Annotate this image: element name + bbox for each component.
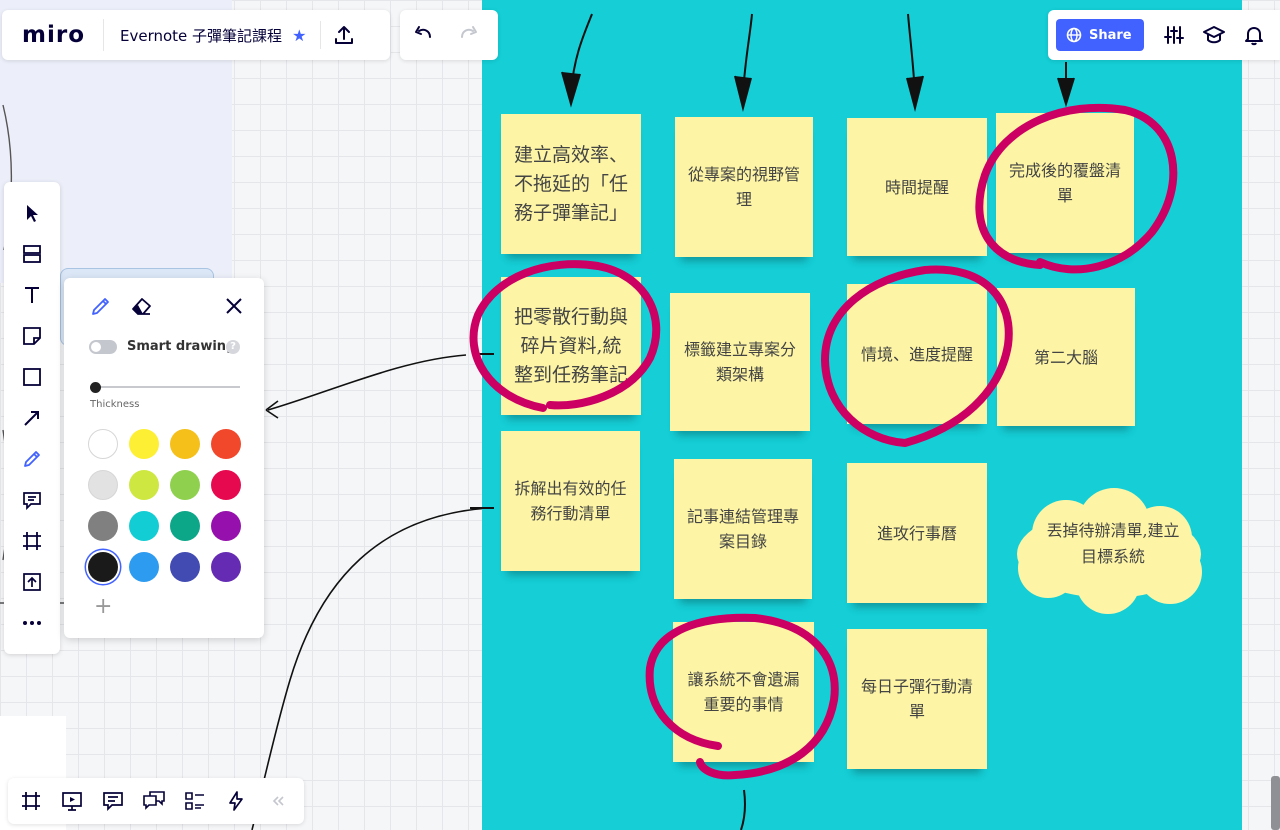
templates-tool[interactable] (4, 236, 60, 272)
comments-icon (103, 792, 123, 812)
settings-button[interactable] (1154, 15, 1194, 55)
smart-drawing-toggle[interactable] (89, 340, 117, 354)
redo-icon (461, 26, 477, 38)
collapse-icon (272, 796, 284, 806)
redo-button[interactable] (446, 15, 492, 55)
add-color-button[interactable]: + (94, 596, 112, 618)
smart-drawing-label: Smart drawing (127, 339, 236, 354)
marker-circle-2 (469, 260, 661, 412)
undo-button[interactable] (400, 15, 446, 55)
chat-icon (143, 791, 165, 810)
upload-icon (335, 26, 354, 44)
color-swatch[interactable] (170, 511, 200, 541)
bell-icon (1244, 27, 1263, 46)
upload-tool[interactable] (4, 564, 60, 600)
learning-button[interactable] (1194, 15, 1234, 55)
frame-icon (23, 532, 41, 550)
color-swatch[interactable] (88, 552, 118, 582)
share-button[interactable]: Share (1056, 19, 1144, 51)
text-tool[interactable] (4, 277, 60, 313)
comment-tool[interactable] (4, 482, 60, 518)
marker-circle-3 (820, 265, 1013, 447)
cursor-icon (27, 205, 38, 222)
comments-button[interactable] (98, 786, 128, 816)
pen-mode-button[interactable] (90, 295, 112, 317)
undo-redo-bar (400, 10, 498, 60)
eraser-button[interactable] (130, 295, 154, 317)
shape-icon (23, 368, 41, 386)
more-icon (23, 621, 41, 625)
shape-tool[interactable] (4, 359, 60, 395)
more-tools[interactable] (4, 605, 60, 641)
graduation-cap-icon (1202, 26, 1225, 44)
color-swatch[interactable] (211, 470, 241, 500)
color-swatch[interactable] (211, 511, 241, 541)
color-swatch[interactable] (211, 552, 241, 582)
close-icon[interactable] (224, 296, 244, 316)
board-title[interactable]: Evernote 子彈筆記課程 (104, 25, 292, 46)
help-icon[interactable]: ? (226, 340, 240, 354)
frames-icon (22, 792, 40, 810)
color-swatch[interactable] (170, 429, 200, 459)
sliders-icon (1163, 26, 1184, 44)
notifications-button[interactable] (1234, 15, 1274, 55)
share-label: Share (1089, 27, 1132, 43)
color-swatch[interactable] (170, 552, 200, 582)
color-swatch[interactable] (129, 470, 159, 500)
miro-logo[interactable]: miro (2, 19, 104, 51)
export-button[interactable] (321, 15, 367, 55)
undo-icon (415, 26, 431, 38)
thickness-slider-track[interactable] (96, 386, 240, 388)
header-bar: miro Evernote 子彈筆記課程 ★ (2, 10, 390, 60)
bottom-toolbar (8, 778, 304, 824)
thickness-label: Thickness (90, 399, 140, 410)
templates-icon (23, 245, 41, 263)
lightning-button[interactable] (221, 786, 251, 816)
pen-options-panel: Smart drawing ? Thickness + (64, 278, 264, 638)
connection-line-tool[interactable] (4, 400, 60, 436)
color-swatch[interactable] (129, 552, 159, 582)
chat-button[interactable] (139, 786, 169, 816)
pen-tool[interactable] (4, 441, 60, 477)
top-right-bar: Share (1048, 10, 1280, 60)
lightning-icon (229, 791, 243, 811)
globe-icon (1066, 27, 1082, 43)
vertical-scrollbar[interactable] (1271, 776, 1280, 830)
frames-button[interactable] (16, 786, 46, 816)
color-swatch[interactable] (170, 470, 200, 500)
star-icon[interactable]: ★ (292, 26, 320, 45)
select-tool[interactable] (4, 195, 60, 231)
upload-icon (23, 573, 41, 591)
color-swatch[interactable] (129, 429, 159, 459)
presentation-icon (62, 792, 82, 811)
sticky-note-icon (23, 327, 41, 345)
left-toolbar (4, 182, 60, 654)
sticky-note-tool[interactable] (4, 318, 60, 354)
color-swatch[interactable] (88, 429, 118, 459)
marker-circle-1 (975, 103, 1178, 274)
arrow-icon (24, 411, 39, 426)
card-icon (185, 792, 204, 810)
color-swatch[interactable] (211, 429, 241, 459)
presentation-button[interactable] (57, 786, 87, 816)
collapse-button[interactable] (263, 786, 293, 816)
comment-icon (23, 492, 41, 510)
card-button[interactable] (180, 786, 210, 816)
color-swatch[interactable] (88, 511, 118, 541)
pen-icon (24, 451, 40, 467)
thickness-slider-handle[interactable] (90, 382, 101, 393)
marker-circle-4 (645, 613, 839, 780)
text-icon (25, 287, 39, 303)
color-swatch[interactable] (88, 470, 118, 500)
color-swatch[interactable] (129, 511, 159, 541)
frame-tool[interactable] (4, 523, 60, 559)
